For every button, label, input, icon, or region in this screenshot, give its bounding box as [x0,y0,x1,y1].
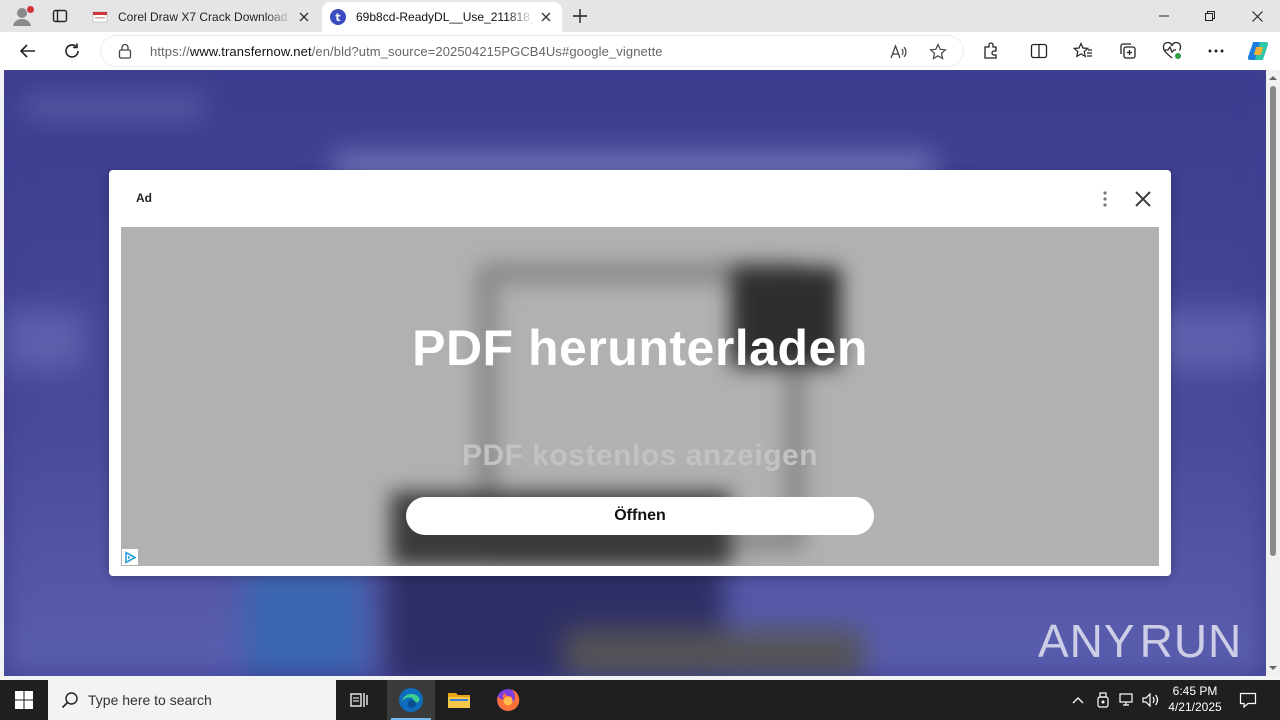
ad-label: Ad [136,191,152,205]
minimize-button[interactable] [1141,0,1187,32]
search-placeholder: Type here to search [88,692,212,708]
clock-date: 4/21/2025 [1168,700,1222,714]
ad-close-button[interactable] [1130,186,1156,212]
windows-logo-icon [15,691,33,709]
copilot-icon [1247,42,1269,60]
network-tray-button[interactable] [1116,680,1138,720]
tab-strip: Corel Draw X7 Crack Download With t 69b8… [0,0,1280,32]
taskbar-clock[interactable]: 6:45 PM 4/21/2025 [1160,683,1230,715]
volume-tray-button[interactable] [1140,680,1162,720]
taskbar-file-explorer[interactable] [435,680,483,720]
refresh-icon [65,43,79,58]
notification-icon [1239,692,1257,708]
restore-icon [1205,11,1215,21]
profile-button[interactable] [8,4,36,28]
adchoices-button[interactable] [122,549,138,565]
more-menu-button[interactable] [1201,36,1231,66]
new-tab-button[interactable] [568,4,592,28]
restore-button[interactable] [1187,0,1233,32]
close-icon [541,12,551,22]
tab-corel-draw[interactable]: Corel Draw X7 Crack Download With [84,2,320,32]
more-horizontal-icon [1208,49,1224,53]
task-view-button[interactable] [336,680,384,720]
scroll-up-icon[interactable] [1269,74,1277,82]
tab-title: 69b8cd-ReadyDL__Use_211818_A [356,10,534,24]
watermark-text-right: RUN [1139,615,1243,667]
task-view-icon [350,693,368,707]
anyrun-watermark: ANY RUN [1038,608,1241,674]
close-icon [1251,10,1263,22]
tab-title: Corel Draw X7 Crack Download With [118,10,292,24]
url-text[interactable]: https://www.transfernow.net/en/bld?utm_s… [150,44,663,59]
ad-vignette-dialog: Ad PDF herunterladen PDF kostenlos anzei… [109,170,1171,576]
site-favicon-icon [92,11,108,23]
tab-close-button[interactable] [538,9,554,25]
browser-toolbar: https://www.transfernow.net/en/bld?utm_s… [0,32,1280,70]
ad-subheadline[interactable]: PDF kostenlos anzeigen [121,439,1159,473]
taskbar-edge[interactable] [387,680,435,720]
split-screen-button[interactable] [1024,36,1054,66]
transfernow-favicon-icon: t [330,9,346,25]
firefox-icon [497,688,520,711]
copilot-button[interactable] [1243,36,1273,66]
favorites-icon [1073,42,1092,58]
read-aloud-button[interactable] [887,40,911,64]
windows-taskbar: Type here to search 6:45 PM 4/21/2025 [0,680,1280,720]
watermark-text-left: ANY [1038,615,1136,667]
taskbar-firefox[interactable] [484,680,532,720]
split-screen-icon [1030,43,1048,59]
chevron-up-icon [1072,697,1084,704]
minimize-icon [1159,15,1169,17]
edge-icon [399,688,423,712]
collections-icon [1120,43,1136,59]
close-window-button[interactable] [1234,0,1280,32]
folder-icon [448,693,470,708]
page-scrollbar[interactable] [1266,70,1280,676]
back-button[interactable] [13,36,43,66]
start-button[interactable] [0,680,48,720]
scrollbar-thumb[interactable] [1270,86,1276,556]
ad-creative[interactable]: PDF herunterladen PDF kostenlos anzeigen… [121,227,1159,566]
arrow-left-icon [19,44,35,58]
favorite-button[interactable] [926,40,950,64]
tab-transfernow[interactable]: t 69b8cd-ReadyDL__Use_211818_A [322,2,562,32]
notifications-button[interactable] [1234,680,1262,720]
read-aloud-icon [890,44,907,59]
svg-text:t: t [335,11,340,24]
refresh-button[interactable] [57,36,87,66]
collections-button[interactable] [1113,36,1143,66]
close-icon [1135,191,1151,207]
plus-icon [573,9,587,23]
taskbar-search-box[interactable]: Type here to search [48,680,336,720]
network-icon [1119,693,1133,706]
address-bar[interactable]: https://www.transfernow.net/en/bld?utm_s… [100,35,964,67]
ad-headline[interactable]: PDF herunterladen [121,319,1159,377]
extensions-button[interactable] [976,36,1006,66]
favorites-button[interactable] [1068,36,1098,66]
speaker-icon [1142,693,1159,707]
show-hidden-icons-button[interactable] [1068,680,1088,720]
tab-actions-icon [52,9,68,23]
ad-open-button[interactable]: Öffnen [406,497,874,535]
close-icon [299,12,309,22]
ad-options-button[interactable] [1093,187,1117,211]
browser-essentials-button[interactable] [1157,36,1187,66]
puzzle-icon [984,42,997,59]
heartbeat-icon [1162,42,1182,59]
scroll-down-icon[interactable] [1269,664,1277,672]
usb-tray-button[interactable] [1092,680,1114,720]
tab-actions-button[interactable] [46,4,74,28]
search-icon [60,690,80,710]
lock-icon[interactable] [117,43,133,59]
notification-dot [27,6,34,13]
more-vertical-icon [1103,191,1107,207]
clock-time: 6:45 PM [1172,684,1218,698]
star-icon [929,43,947,60]
tab-close-button[interactable] [296,9,312,25]
adchoices-icon [124,550,137,564]
usb-drive-icon [1097,692,1109,708]
